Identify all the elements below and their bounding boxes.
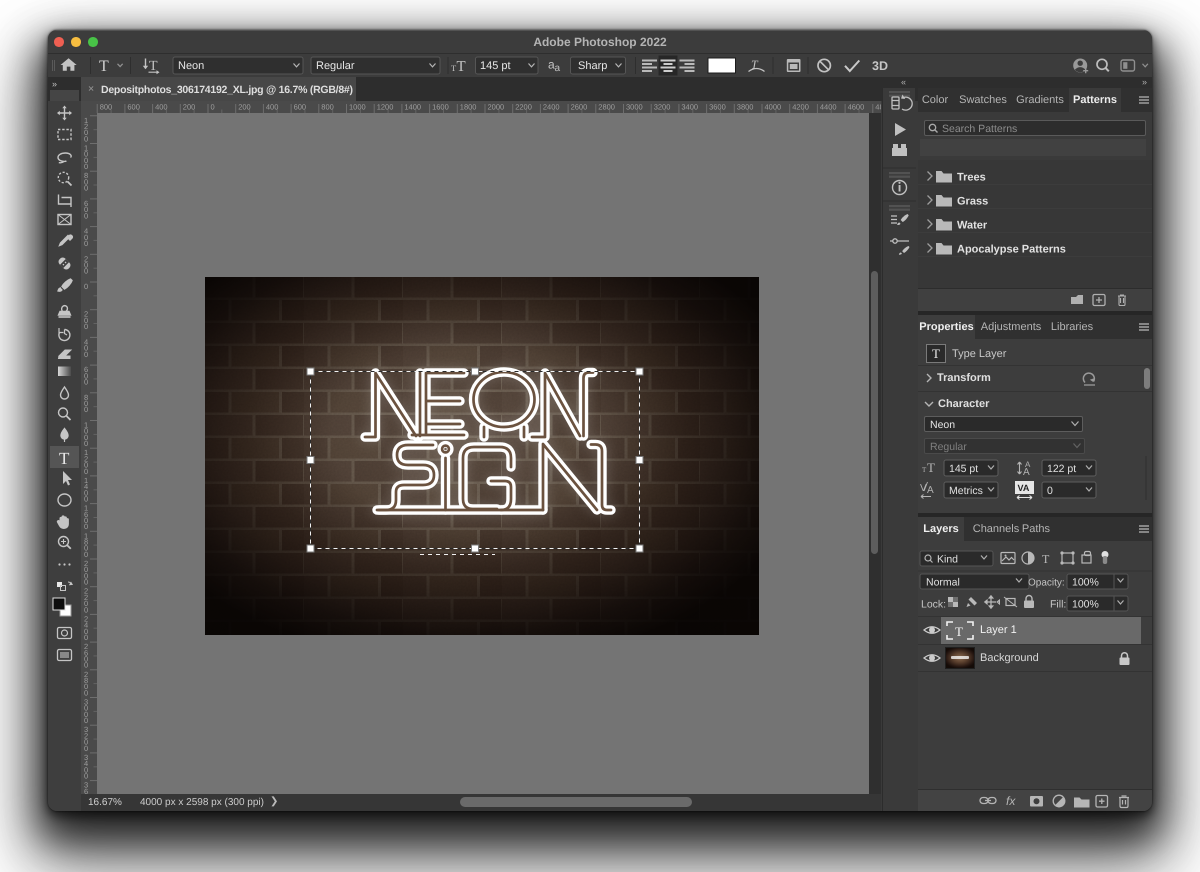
svg-text:Water: Water — [957, 220, 988, 232]
svg-text:Apocalypse Patterns: Apocalypse Patterns — [957, 244, 1066, 256]
svg-text:Opacity:: Opacity: — [1028, 578, 1065, 589]
svg-text:1200: 1200 — [377, 103, 394, 112]
svg-text:1800: 1800 — [460, 103, 477, 112]
svg-text:fx: fx — [1006, 794, 1016, 808]
svg-text:3800: 3800 — [737, 103, 754, 112]
svg-text:0: 0 — [84, 282, 88, 291]
svg-text:Trees: Trees — [957, 172, 986, 184]
svg-text:4600: 4600 — [848, 103, 865, 112]
svg-text:T: T — [59, 449, 70, 468]
svg-text:Grass: Grass — [957, 196, 988, 208]
svg-text:T: T — [955, 624, 963, 639]
svg-text:0: 0 — [84, 322, 88, 331]
svg-text:0: 0 — [84, 378, 88, 387]
svg-text:200: 200 — [238, 103, 251, 112]
svg-text:800: 800 — [321, 103, 334, 112]
svg-text:0: 0 — [84, 716, 88, 725]
svg-text:0: 0 — [84, 134, 88, 143]
svg-text:4000: 4000 — [765, 103, 782, 112]
svg-text:VA: VA — [1018, 483, 1030, 493]
svg-text:0: 0 — [84, 239, 88, 248]
svg-text:145 pt: 145 pt — [480, 60, 511, 72]
svg-text:Metrics: Metrics — [949, 485, 983, 497]
svg-text:2400: 2400 — [543, 103, 560, 112]
svg-text:Sharp: Sharp — [578, 60, 607, 72]
svg-text:Normal: Normal — [926, 577, 960, 589]
svg-text:1600: 1600 — [432, 103, 449, 112]
svg-text:200: 200 — [183, 103, 196, 112]
svg-text:T: T — [457, 59, 466, 75]
svg-text:a: a — [555, 63, 561, 74]
svg-text:0: 0 — [84, 495, 88, 504]
svg-text:0: 0 — [84, 350, 88, 359]
svg-text:A: A — [1023, 467, 1030, 478]
svg-text:3600: 3600 — [709, 103, 726, 112]
svg-text:0: 0 — [84, 744, 88, 753]
svg-text:0: 0 — [84, 439, 88, 448]
svg-text:Kind: Kind — [937, 554, 958, 566]
svg-text:Fill:: Fill: — [1050, 599, 1066, 611]
svg-text:V: V — [920, 483, 927, 494]
svg-text:0: 0 — [84, 184, 88, 193]
svg-text:4200: 4200 — [792, 103, 809, 112]
svg-text:1000: 1000 — [349, 103, 366, 112]
svg-text:3400: 3400 — [681, 103, 698, 112]
svg-text:T: T — [927, 460, 935, 475]
svg-text:4800: 4800 — [875, 103, 881, 112]
svg-text:0: 0 — [84, 688, 88, 697]
svg-text:400: 400 — [266, 103, 279, 112]
svg-text:400: 400 — [155, 103, 168, 112]
svg-text:0: 0 — [84, 211, 88, 220]
svg-text:600: 600 — [127, 103, 140, 112]
svg-text:Neon: Neon — [178, 60, 204, 72]
svg-text:4400: 4400 — [820, 103, 837, 112]
svg-text:3200: 3200 — [654, 103, 671, 112]
svg-text:100%: 100% — [1072, 599, 1099, 611]
svg-text:A: A — [927, 485, 934, 496]
svg-text:800: 800 — [100, 103, 113, 112]
svg-text:T: T — [99, 58, 109, 75]
svg-text:0: 0 — [84, 578, 88, 587]
svg-text:0: 0 — [84, 405, 88, 414]
svg-text:0: 0 — [84, 522, 88, 531]
svg-text:Lock:: Lock: — [921, 599, 946, 611]
svg-text:2800: 2800 — [598, 103, 615, 112]
svg-text:0: 0 — [84, 633, 88, 642]
svg-text:2600: 2600 — [571, 103, 588, 112]
svg-text:100%: 100% — [1072, 577, 1099, 589]
svg-text:0: 0 — [1047, 485, 1053, 497]
svg-text:0: 0 — [84, 772, 88, 781]
svg-text:1400: 1400 — [404, 103, 421, 112]
svg-text:0: 0 — [84, 267, 88, 276]
svg-text:3000: 3000 — [626, 103, 643, 112]
svg-text:Regular: Regular — [316, 60, 355, 72]
svg-text:2000: 2000 — [488, 103, 505, 112]
svg-text:3D: 3D — [872, 59, 888, 73]
svg-text:0: 0 — [84, 550, 88, 559]
svg-text:600: 600 — [294, 103, 307, 112]
svg-text:0: 0 — [84, 605, 88, 614]
svg-text:T: T — [1042, 552, 1050, 566]
svg-text:0: 0 — [211, 103, 215, 112]
svg-text:0: 0 — [84, 661, 88, 670]
svg-text:122 pt: 122 pt — [1047, 463, 1076, 475]
svg-text:2200: 2200 — [515, 103, 532, 112]
svg-text:0: 0 — [84, 162, 88, 171]
svg-text:145 pt: 145 pt — [949, 463, 978, 475]
svg-text:0: 0 — [84, 467, 88, 476]
